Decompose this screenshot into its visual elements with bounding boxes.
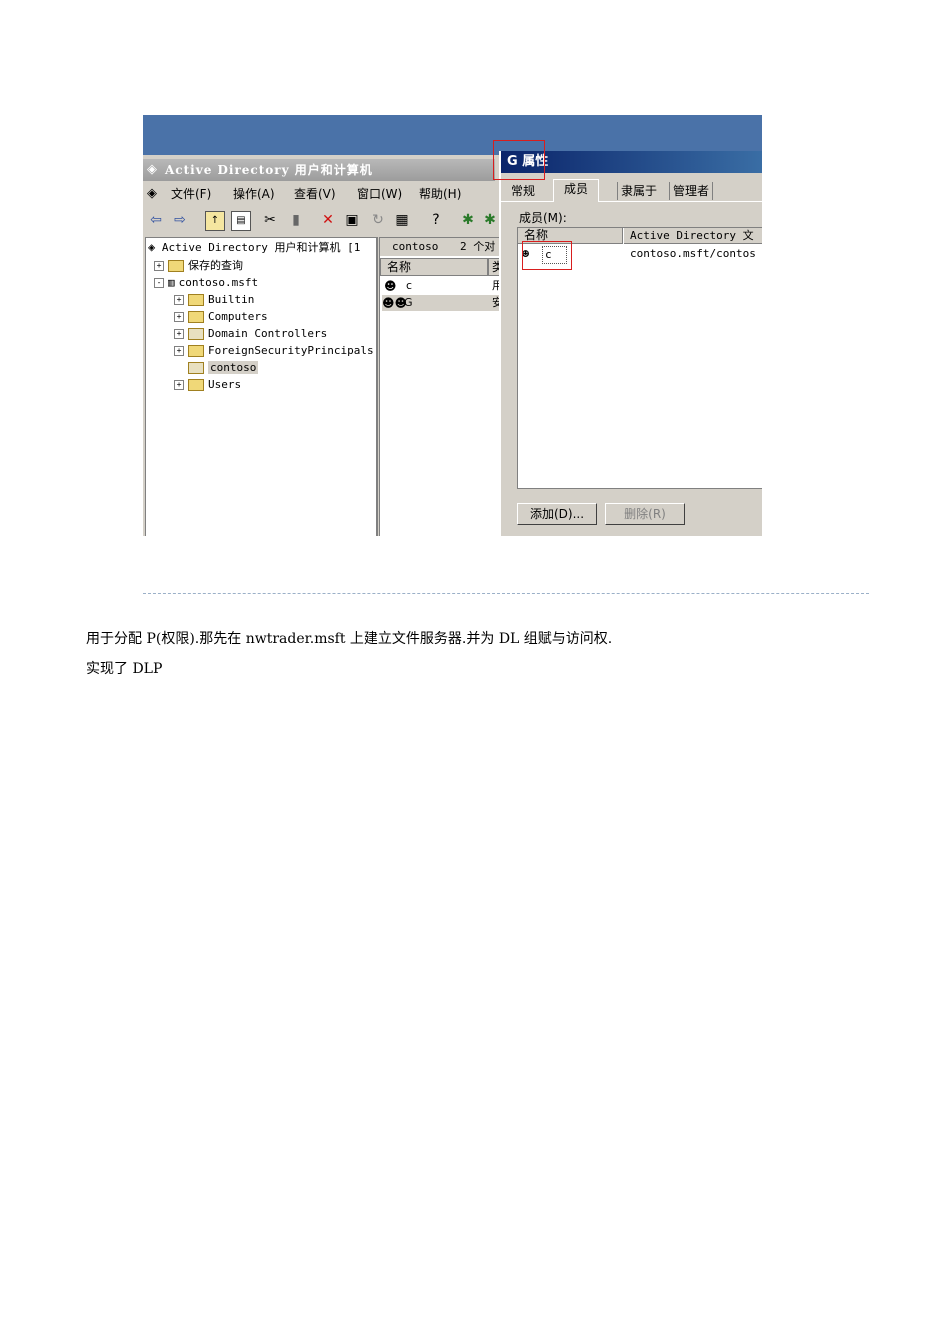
menu-view[interactable]: 查看(V) [294,183,336,205]
highlight-box-member [522,241,572,270]
user-icon: ☻ [384,279,397,293]
new-group-icon[interactable]: ✱ [481,211,499,229]
delete-icon[interactable]: ✕ [319,211,337,229]
domain-icon: ▥ [168,276,175,289]
folder-icon [168,260,184,272]
folder-icon [188,294,204,306]
column-header-name[interactable]: 名称 [380,258,488,276]
mmc-title: Active Directory 用户和计算机 [165,163,373,177]
tree-item-label: ForeignSecurityPrincipals [208,344,374,357]
tree-root[interactable]: ◈ Active Directory 用户和计算机 [1 [148,240,360,255]
remove-button[interactable]: 删除(R) [605,503,685,525]
highlight-box-title [493,140,545,180]
collapse-icon[interactable]: - [154,278,164,288]
tab-members[interactable]: 成员 [553,179,600,202]
expand-icon[interactable]: + [154,261,164,271]
export-list-icon[interactable]: ▦ [393,211,411,229]
tree-item-computers[interactable]: + Computers [174,309,268,324]
tab-strip: 常规 成员 隶属于 管理者 [501,179,762,202]
list-row[interactable]: ☻☻ G 安 [382,295,503,311]
ad-root-icon: ◈ [148,240,156,254]
column-label: 名称 [387,260,412,274]
tree-item-label: Builtin [208,293,255,306]
tree-item-domain-controllers[interactable]: + Domain Controllers [174,326,327,341]
folder-icon [188,311,204,323]
show-tree-icon[interactable]: ▤ [231,211,251,231]
tree-item-label: contoso.msft [178,276,259,289]
expand-icon[interactable]: + [174,312,184,322]
tree-item-builtin[interactable]: + Builtin [174,292,254,307]
add-button[interactable]: 添加(D)... [517,503,597,525]
tree-item-label: Users [208,378,242,391]
body-line-2: 实现了 DLP [86,661,163,677]
tree-pane: ◈ Active Directory 用户和计算机 [1 + 保存的查询 - ▥ co… [145,237,378,536]
refresh-icon[interactable]: ↻ [369,211,387,229]
folder-icon [188,379,204,391]
tree-item-domain[interactable]: - ▥ contoso.msft [154,275,258,290]
list-row-name: G [404,296,413,309]
tree-item-saved-queries[interactable]: + 保存的查询 [154,258,243,273]
body-line-1: 用于分配 P(权限).那先在 nwtrader.msft 上建立文件服务器.并为… [86,631,613,647]
members-label: 成员(M): [519,211,567,225]
forward-icon[interactable]: ⇨ [171,211,189,229]
expand-icon[interactable]: + [174,295,184,305]
menu-help[interactable]: 帮助(H) [419,183,461,205]
mmc-title-bar: ◈ Active Directory 用户和计算机 [143,159,495,181]
menu-action[interactable]: 操作(A) [233,183,275,205]
screenshot-image: ◈ Active Directory 用户和计算机 ◈ 文件(F) 操作(A) … [143,115,762,536]
tree-item-label: Domain Controllers [208,327,328,340]
list-row[interactable]: ☻ c 用 [384,278,503,294]
column-label: 名称 [524,228,549,242]
group-properties-dialog: G 属性 常规 成员 隶属于 管理者 成员(M): 名称 Active Dire… [499,151,762,536]
menu-file[interactable]: 文件(F) [171,183,211,205]
toolbar: ⇦ ⇨ ↑ ▤ ✂ ▮ ✕ ▣ ↻ ▦ ? ✱ ✱ [143,207,499,233]
up-folder-icon[interactable]: ↑ [205,211,225,231]
tree-item-label: contoso [208,361,259,374]
help-icon[interactable]: ? [427,211,445,229]
ou-icon [188,362,204,374]
cut-icon[interactable]: ✂ [261,211,279,229]
expand-icon[interactable]: + [174,380,184,390]
tree-item-foreign-security[interactable]: + ForeignSecurityPrincipals [174,343,374,358]
tab-managed-by[interactable]: 管理者 [669,182,714,200]
list-header-bar: contoso 2 个对 [380,238,502,256]
tree-item-label: 保存的查询 [188,259,243,272]
menu-bar: ◈ 文件(F) 操作(A) 查看(V) 窗口(W) 帮助(H) [143,183,495,205]
tab-member-of[interactable]: 隶属于 [617,182,657,200]
member-path: contoso.msft/contos [630,247,756,260]
expand-icon[interactable]: + [174,329,184,339]
ou-icon [188,328,204,340]
folder-icon [188,345,204,357]
tree-root-label: Active Directory 用户和计算机 [1 [161,241,361,254]
members-column-folder[interactable]: Active Directory 文 [624,228,762,244]
desktop-strip [143,115,762,155]
properties-icon[interactable]: ▣ [343,211,361,229]
tree-item-label: Computers [208,310,268,323]
list-pane: contoso 2 个对 名称 类 ☻ c 用 ☻☻ G 安 [379,237,504,536]
mmc-app-icon: ◈ [147,162,157,177]
separator-line [143,593,869,594]
list-header-count: 2 个对 [460,240,496,253]
list-header-name: contoso [392,240,439,253]
tree-item-users[interactable]: + Users [174,377,241,392]
tab-general[interactable]: 常规 [511,182,535,200]
expand-icon[interactable]: + [174,346,184,356]
list-row-name: c [406,279,413,292]
tree-item-contoso-ou[interactable]: contoso [188,360,259,375]
new-user-icon[interactable]: ✱ [459,211,477,229]
menu-app-icon: ◈ [147,186,157,201]
column-label: Active Directory 文 [630,229,754,242]
back-icon[interactable]: ⇦ [147,211,165,229]
menu-window[interactable]: 窗口(W) [357,183,402,205]
paste-icon[interactable]: ▮ [287,211,305,229]
